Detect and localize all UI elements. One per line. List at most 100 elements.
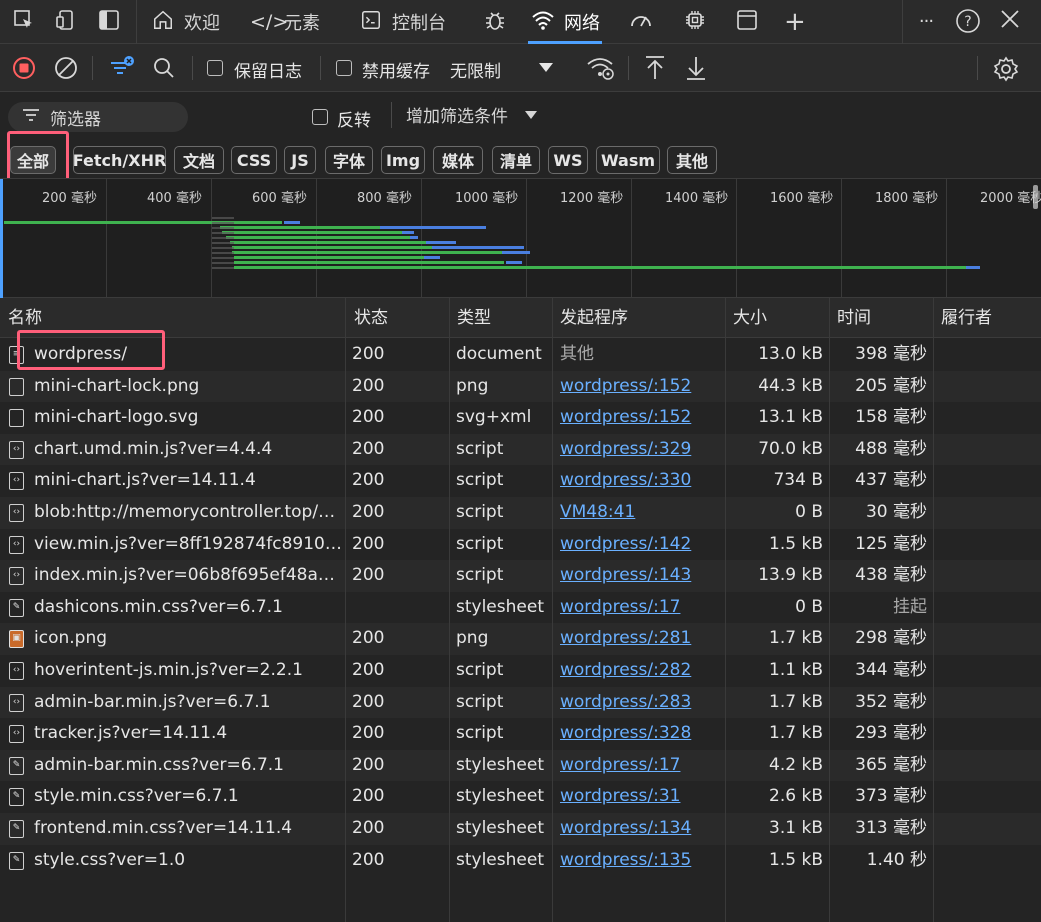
tab-application[interactable]: [728, 0, 766, 44]
clear-icon[interactable]: [54, 56, 78, 80]
table-row[interactable]: ‹› tracker.js?ver=14.11.4 200 script wordpre…: [0, 718, 1041, 750]
table-row[interactable]: ▣ icon.png 200 png wordpress/:281 1.7 kB 298 毫…: [0, 623, 1041, 655]
tab-performance[interactable]: [622, 0, 660, 44]
table-row[interactable]: ‹› chart.umd.min.js?ver=4.4.4 200 script wor…: [0, 433, 1041, 466]
chip-ws[interactable]: WS: [548, 146, 588, 174]
timeline-overview[interactable]: 200 毫秒 400 毫秒 600 毫秒 800 毫秒 1000 毫秒 1200…: [0, 178, 1041, 299]
upload-har-icon[interactable]: [643, 55, 667, 81]
waterfall-bar: [966, 266, 980, 269]
filter-input[interactable]: 筛选器: [8, 102, 188, 132]
cell-time: 365 毫秒: [855, 754, 927, 775]
script-icon: ‹›: [9, 662, 24, 680]
table-row[interactable]: mini-chart-logo.svg 200 svg+xml wordpress/:…: [0, 402, 1041, 434]
help-icon[interactable]: ?: [954, 8, 982, 36]
tab-sources[interactable]: [476, 0, 514, 44]
cell-initiator[interactable]: wordpress/:17: [560, 592, 722, 624]
invert-checkbox[interactable]: [312, 109, 328, 130]
cell-status: 200: [352, 754, 385, 775]
tab-console[interactable]: 控制台: [352, 0, 452, 44]
device-toolbar-icon[interactable]: [52, 8, 80, 36]
table-row[interactable]: ✎ style.min.css?ver=6.7.1 200 stylesheet wor…: [0, 781, 1041, 813]
overview-tick-label: 1400 毫秒: [665, 191, 729, 206]
cell-status: 200: [352, 786, 385, 807]
chip-fetch-xhr[interactable]: Fetch/XHR: [73, 146, 166, 174]
table-row[interactable]: ‹› admin-bar.min.js?ver=6.7.1 200 script wor…: [0, 686, 1041, 719]
overview-left-handle[interactable]: [0, 179, 3, 299]
more-options-icon[interactable]: ···: [912, 8, 940, 36]
stylesheet-icon: ✎: [9, 851, 24, 870]
add-filter-condition[interactable]: 增加筛选条件: [406, 102, 508, 127]
table-row[interactable]: mini-chart-lock.png 200 png wordpress/:152 4…: [0, 370, 1041, 403]
table-row[interactable]: ✎ dashicons.min.css?ver=6.7.1 stylesheet wo…: [0, 592, 1041, 624]
cell-type: script: [456, 565, 504, 586]
chip-css[interactable]: CSS: [231, 146, 277, 174]
download-har-icon[interactable]: [684, 55, 708, 81]
column-header-status[interactable]: 状态: [346, 298, 388, 338]
network-conditions-icon[interactable]: [586, 54, 616, 82]
stylesheet-icon: ✎: [9, 788, 24, 807]
table-row[interactable]: ‹› mini-chart.js?ver=14.11.4 200 script word…: [0, 465, 1041, 497]
resource-type-filters: 全部 Fetch/XHR 文档 CSS JS 字体 Img 媒体 清单 WS W…: [0, 138, 1041, 178]
inspect-icon[interactable]: [10, 8, 38, 36]
add-tool-button[interactable]: +: [778, 0, 812, 44]
chip-js[interactable]: JS: [284, 146, 316, 174]
column-header-type[interactable]: 类型: [449, 298, 491, 338]
chip-manifest[interactable]: 清单: [492, 146, 540, 174]
cell-initiator[interactable]: wordpress/:142: [560, 529, 722, 561]
settings-gear-icon[interactable]: [992, 55, 1020, 83]
cell-initiator[interactable]: wordpress/:283: [560, 687, 722, 719]
table-row[interactable]: ‹› hoverintent-js.min.js?ver=2.2.1 200 scri…: [0, 655, 1041, 687]
cell-initiator[interactable]: wordpress/:143: [560, 560, 722, 592]
chip-media[interactable]: 媒体: [433, 146, 483, 174]
column-header-fulfilled-by[interactable]: 履行者: [933, 298, 992, 338]
preserve-log-checkbox[interactable]: [207, 60, 223, 76]
tab-elements[interactable]: </> 元素: [244, 0, 326, 44]
chip-font[interactable]: 字体: [325, 146, 373, 174]
table-row[interactable]: ✎ frontend.min.css?ver=14.11.4 200 styleshe…: [0, 813, 1041, 845]
disable-cache-checkbox[interactable]: [336, 60, 352, 76]
chevron-down-icon[interactable]: [524, 106, 538, 126]
cell-initiator[interactable]: wordpress/:135: [560, 845, 722, 877]
record-icon[interactable]: [12, 56, 36, 80]
chip-wasm[interactable]: Wasm: [596, 146, 660, 174]
cell-initiator[interactable]: wordpress/:152: [560, 402, 722, 434]
search-icon[interactable]: [152, 56, 176, 80]
tab-memory[interactable]: [676, 0, 714, 44]
table-row[interactable]: ‹› index.min.js?ver=06b8f695ef48ab2d... 20…: [0, 560, 1041, 592]
chip-img[interactable]: Img: [381, 146, 425, 174]
dock-sidebar-icon[interactable]: [95, 8, 123, 36]
tab-network[interactable]: 网络: [524, 0, 606, 44]
cell-initiator[interactable]: wordpress/:282: [560, 655, 722, 687]
cell-name: hoverintent-js.min.js?ver=2.2.1: [34, 660, 303, 680]
column-header-size[interactable]: 大小: [725, 298, 767, 338]
cell-time: 293 毫秒: [855, 723, 927, 744]
column-header-initiator[interactable]: 发起程序: [552, 298, 628, 338]
cell-time: 158 毫秒: [855, 407, 927, 428]
tab-welcome[interactable]: 欢迎: [144, 0, 226, 44]
cell-initiator[interactable]: wordpress/:330: [560, 465, 722, 497]
column-header-time[interactable]: 时间: [829, 298, 871, 338]
cell-initiator[interactable]: wordpress/:328: [560, 718, 722, 750]
tab-label: 欢迎: [184, 13, 220, 34]
cell-type: script: [456, 470, 504, 491]
cell-initiator[interactable]: wordpress/:329: [560, 434, 722, 466]
table-row[interactable]: ‹› blob:http://memorycontroller.top/a7...…: [0, 497, 1041, 529]
cell-initiator[interactable]: wordpress/:281: [560, 623, 722, 655]
waterfall-bar: [402, 231, 414, 234]
cell-initiator[interactable]: wordpress/:17: [560, 750, 722, 782]
filter-toggle-icon[interactable]: [108, 54, 136, 82]
throttle-select[interactable]: 无限制: [450, 57, 501, 82]
cell-initiator[interactable]: wordpress/:134: [560, 813, 722, 845]
cell-initiator[interactable]: wordpress/:31: [560, 781, 722, 813]
close-icon[interactable]: [996, 8, 1024, 36]
cell-initiator[interactable]: VM48:41: [560, 497, 722, 529]
chip-doc[interactable]: 文档: [174, 146, 224, 174]
cell-status: 200: [352, 502, 385, 522]
table-row[interactable]: ✎ admin-bar.min.css?ver=6.7.1 200 styleshee…: [0, 749, 1041, 782]
table-row[interactable]: ‹› view.min.js?ver=8ff192874fc8910a28... 2…: [0, 529, 1041, 561]
table-row[interactable]: ✎ style.css?ver=1.0 200 stylesheet wordpress…: [0, 845, 1041, 877]
chip-other[interactable]: 其他: [667, 146, 717, 174]
cell-size: 1.7 kB: [769, 691, 823, 712]
cell-initiator[interactable]: wordpress/:152: [560, 371, 722, 403]
chevron-down-icon[interactable]: [537, 58, 555, 76]
